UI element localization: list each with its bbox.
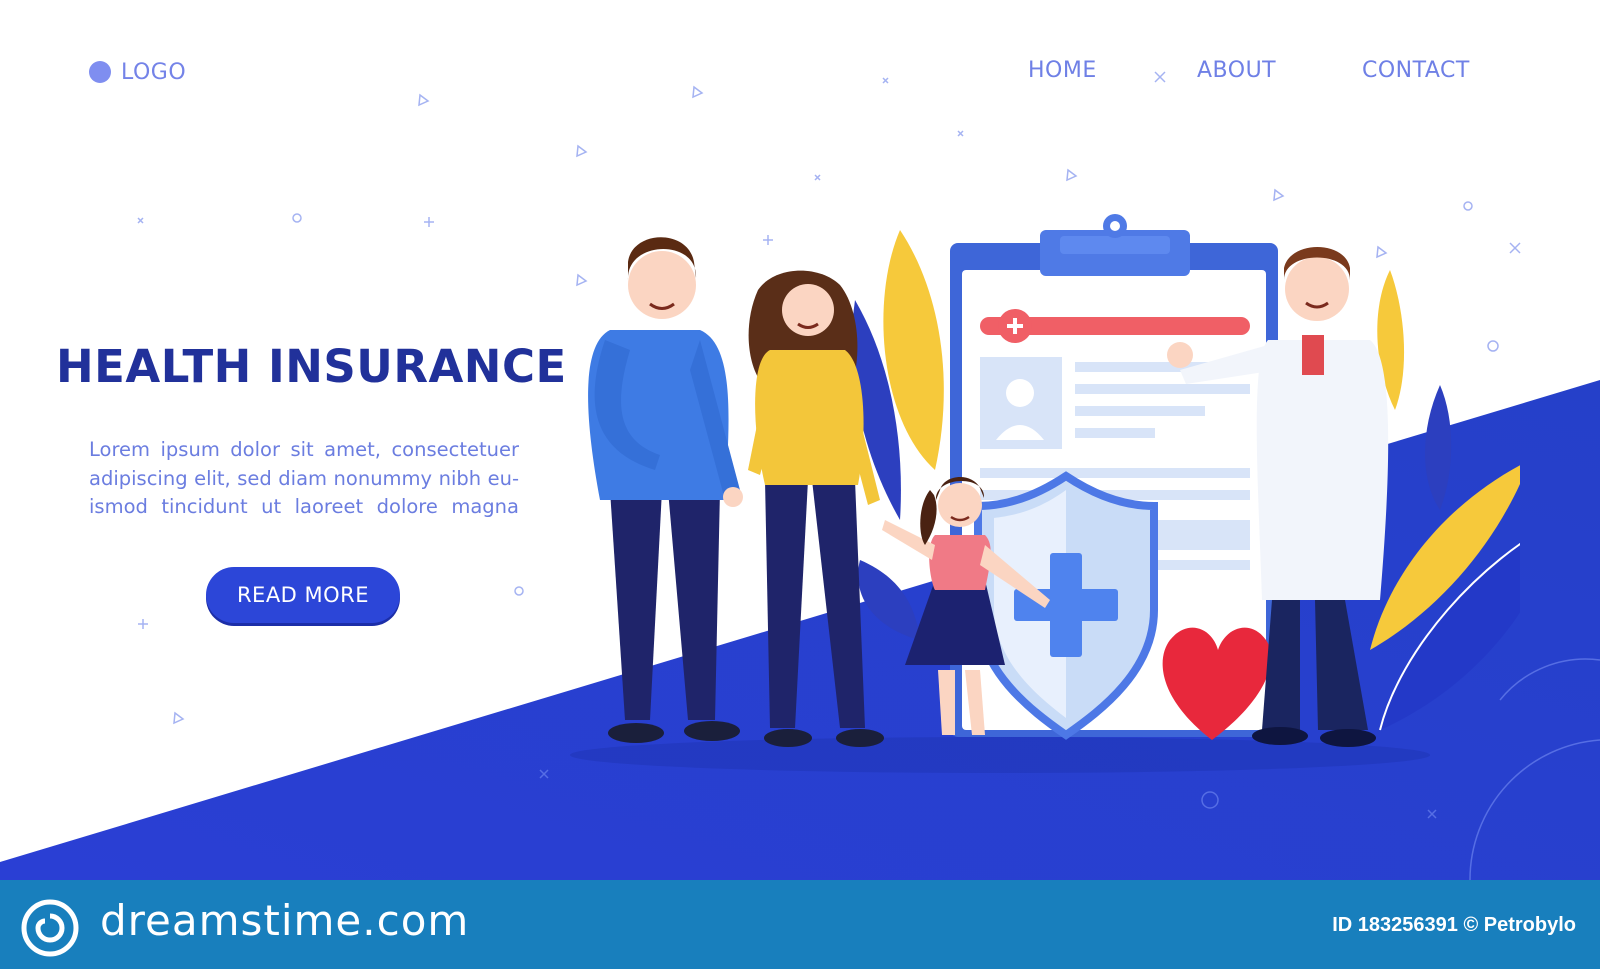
watermark-brand: dreamstime.com [100,896,470,945]
watermark-footer: dreamstime.com ID 183256391 © Petrobylo [0,880,1600,969]
landing-page: LOGO HOME ABOUT CONTACT HEALTH INSURANCE… [0,0,1600,969]
leaf-decoration-left [852,230,944,640]
father-figure [588,237,743,743]
logo[interactable]: LOGO [89,59,186,85]
read-more-button[interactable]: READ MORE [206,567,400,623]
logo-label: LOGO [121,59,187,85]
watermark-id: ID 183256391 © Petrobylo [1332,914,1576,936]
nav-home-link[interactable]: HOME [1028,58,1097,83]
nav-about-link[interactable]: ABOUT [1197,58,1276,83]
nav-contact-link[interactable]: CONTACT [1362,58,1470,83]
logo-dot-icon [89,61,111,83]
health-insurance-illustration [570,214,1520,773]
hero-description: Lorem ipsum dolor sit amet, consectetuer… [89,438,519,518]
dreamstime-spiral-icon [21,899,79,957]
hero-title: HEALTH INSURANCE [56,340,567,393]
leaf-decoration-right [1370,270,1520,731]
